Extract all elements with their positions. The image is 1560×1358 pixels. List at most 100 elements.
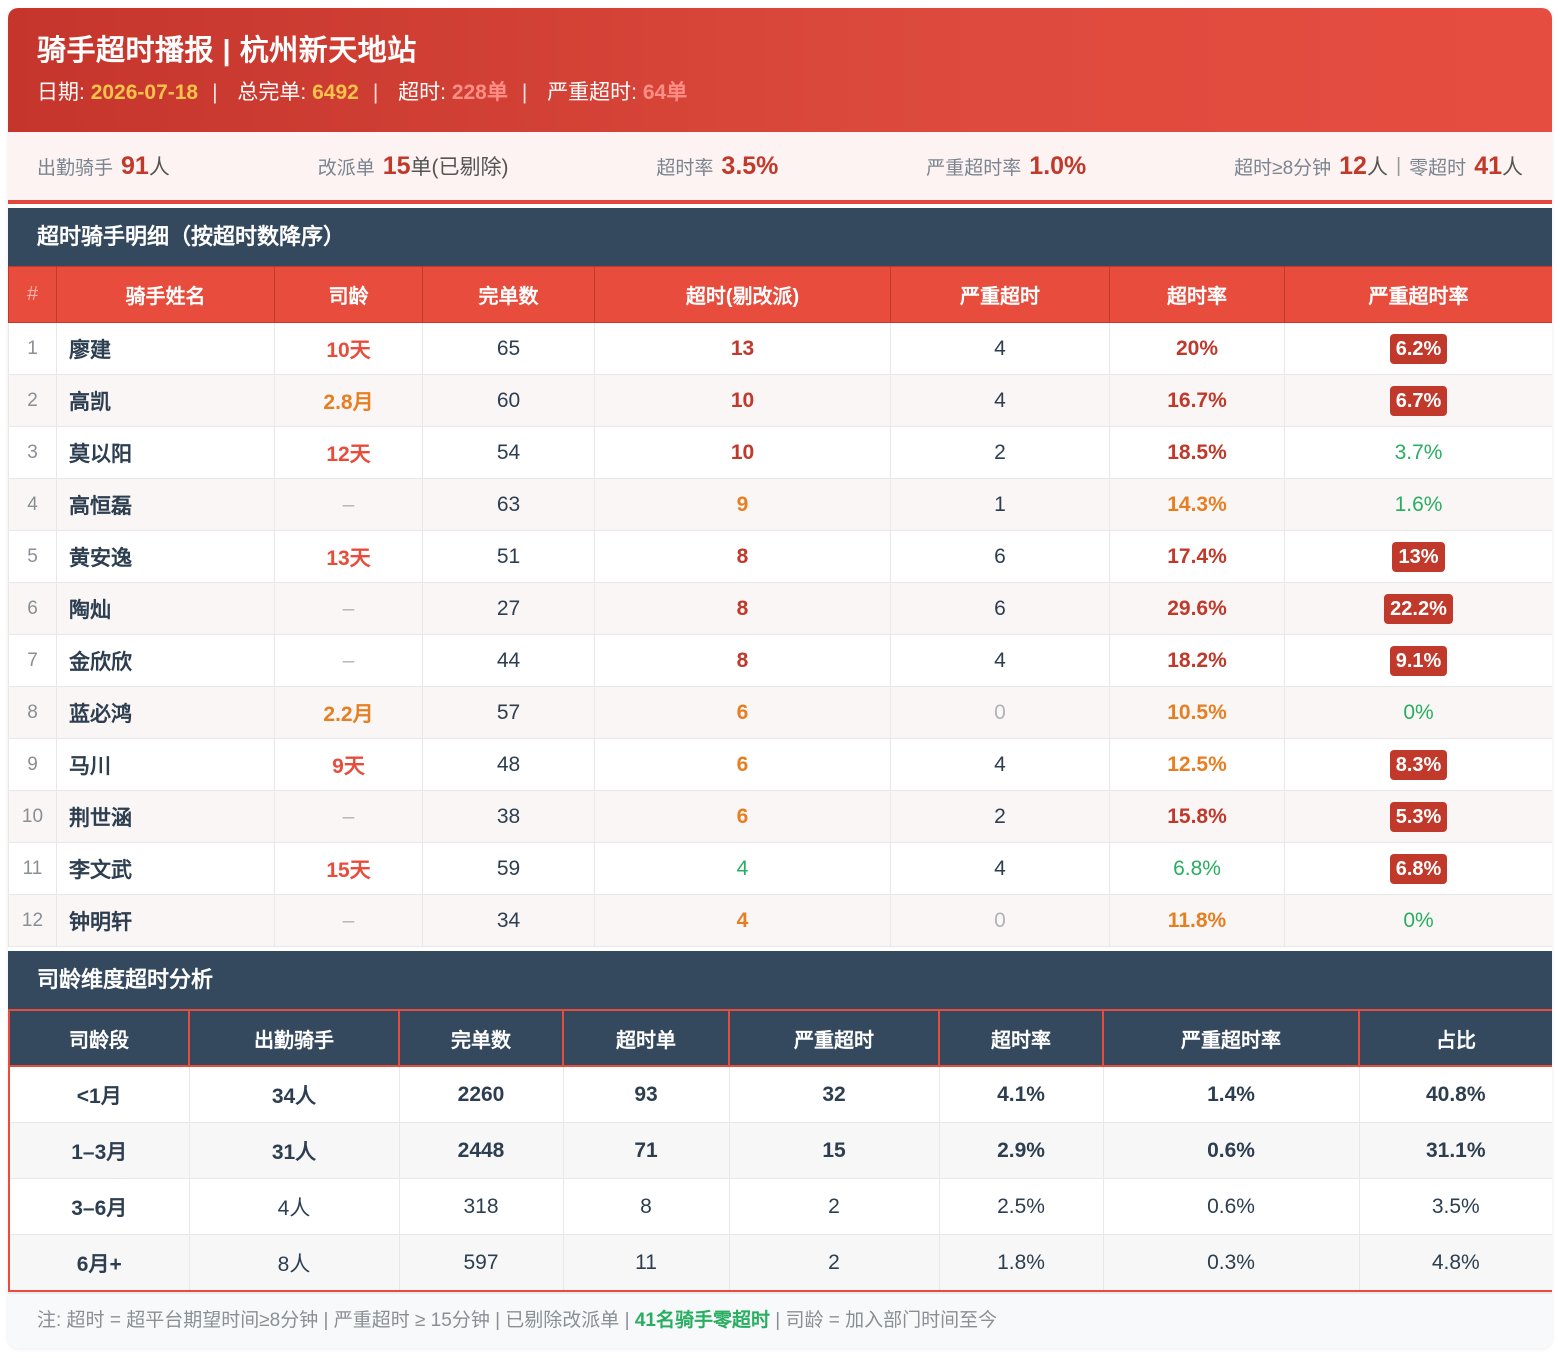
timeout-label: 超时: [398, 81, 446, 104]
tenure-band: 3–6月 [8, 1178, 190, 1235]
row-index: 11 [22, 857, 43, 879]
tenure-column-header: 完单数 [398, 1009, 564, 1067]
rider-severe-cell: 4 [890, 374, 1110, 427]
row-index: 2 [27, 389, 38, 411]
rider-tenure-cell: – [274, 478, 423, 531]
rider-tenure: 2.8月 [323, 390, 374, 414]
timeout-value: 228单 [451, 81, 508, 104]
tenure-riders: 34人 [188, 1065, 400, 1123]
rider-severe-rate-cell: 0% [1284, 686, 1552, 739]
rider-tenure: 13天 [326, 546, 371, 570]
summary-severe-rate-label: 严重超时率 [926, 157, 1022, 179]
tenure-column-header: 占比 [1358, 1009, 1552, 1067]
rider-completed: 65 [496, 336, 521, 360]
summary-zero-label: 零超时 [1409, 157, 1467, 179]
rider-severe: 4 [994, 648, 1006, 672]
tenure-share: 3.5% [1358, 1178, 1552, 1235]
detail-column-header: 超时(剔改派) [594, 266, 891, 323]
rider-timeout-rate-cell: 20% [1109, 322, 1285, 375]
tenure-riders: 31人 [188, 1122, 400, 1179]
rider-severe: 4 [994, 752, 1006, 776]
tenure-row: 3–6月 4人 318 8 2 2.5% 0.6% 3.5% [8, 1178, 1552, 1235]
rider-completed-cell: 48 [422, 738, 595, 791]
rider-timeout-cell: 8 [594, 530, 891, 583]
summary-divider: | [1395, 154, 1402, 177]
rider-severe: 1 [994, 492, 1006, 516]
summary-over8-unit: 人 [1366, 156, 1388, 179]
rider-completed-cell: 27 [422, 582, 595, 635]
detail-section-title: 超时骑手明细（按超时数降序） [8, 204, 1552, 266]
rider-name: 金欣欣 [69, 650, 132, 674]
rider-timeout-cell: 4 [594, 894, 891, 947]
rider-severe: 2 [994, 440, 1006, 464]
tenure-severe: 2 [728, 1234, 940, 1292]
summary-severe-rate: 严重超时率 1.0% [926, 152, 1086, 181]
rider-completed-cell: 34 [422, 894, 595, 947]
rider-severe-rate: 0% [1403, 700, 1434, 724]
tenure-share: 4.8% [1358, 1234, 1552, 1292]
rider-detail-table: # 骑手姓名 司龄 完单数 超时(剔改派) 严重超时 超时率 严重超时率 1 廖建 10天 65 13… [8, 266, 1552, 947]
rider-tenure-cell: – [274, 634, 423, 687]
row-index-cell: 10 [8, 790, 57, 843]
rider-name-cell: 廖建 [56, 322, 275, 375]
tenure-row: 6月+ 8人 597 11 2 1.8% 0.3% 4.8% [8, 1234, 1552, 1292]
rider-row: 10 荆世涵 – 38 6 2 15.8% 5.3% [8, 790, 1552, 843]
rider-name-cell: 马川 [56, 738, 275, 791]
tenure-section-title: 司龄维度超时分析 [8, 947, 1552, 1009]
rider-severe-cell: 4 [890, 738, 1110, 791]
summary-zero-unit: 人 [1502, 156, 1523, 179]
rider-severe-rate: 1.6% [1394, 492, 1443, 516]
tenure-column-header: 出勤骑手 [188, 1009, 400, 1067]
tenure-riders: 4人 [188, 1178, 400, 1235]
rider-tenure: – [342, 908, 355, 932]
summary-rate-value: 3.5% [721, 151, 779, 180]
rider-severe-rate-cell: 6.2% [1284, 322, 1552, 375]
rider-timeout-rate: 11.8% [1167, 908, 1227, 932]
rider-completed-cell: 63 [422, 478, 595, 531]
rider-severe: 0 [994, 908, 1006, 932]
tenure-severe-rate: 0.6% [1102, 1122, 1360, 1179]
row-index-cell: 3 [8, 426, 57, 479]
rider-name: 高凯 [69, 390, 111, 414]
rider-severe-cell: 2 [890, 790, 1110, 843]
row-index: 9 [27, 753, 38, 775]
rider-tenure-cell: 2.2月 [274, 686, 423, 739]
tenure-timeout-rate: 1.8% [938, 1234, 1104, 1292]
row-index: 3 [27, 441, 38, 463]
summary-reassign-label: 改派单 [317, 157, 375, 179]
tenure-timeout: 11 [562, 1234, 730, 1292]
rider-timeout-rate: 14.3% [1167, 492, 1227, 516]
rider-name: 荆世涵 [69, 806, 132, 830]
rider-severe: 4 [994, 336, 1006, 360]
summary-bar: 出勤骑手 91 人 改派单 15 单(已剔除) 超时率 3.5% 严重超时率 1.0… [8, 132, 1552, 204]
rider-severe-rate: 6.8% [1389, 853, 1448, 884]
rider-severe-rate-cell: 22.2% [1284, 582, 1552, 635]
rider-tenure-cell: 12天 [274, 426, 423, 479]
rider-completed: 38 [496, 804, 521, 828]
tenure-timeout-rate: 2.5% [938, 1178, 1104, 1235]
rider-row: 12 钟明轩 – 34 4 0 11.8% 0% [8, 894, 1552, 947]
rider-severe-rate: 0% [1403, 908, 1434, 932]
summary-over8-zero: 超时≥8分钟 12 人 | 零超时 41 人 [1234, 151, 1523, 181]
row-index: 7 [27, 649, 38, 671]
rider-timeout-rate-cell: 6.8% [1109, 842, 1285, 895]
rider-tenure-cell: 2.8月 [274, 374, 423, 427]
tenure-row: <1月 34人 2260 93 32 4.1% 1.4% 40.8% [8, 1065, 1552, 1123]
rider-severe-cell: 2 [890, 426, 1110, 479]
rider-name: 高恒磊 [69, 494, 132, 518]
rider-name-cell: 荆世涵 [56, 790, 275, 843]
tenure-severe: 15 [728, 1122, 940, 1179]
tenure-timeout-rate: 4.1% [938, 1065, 1104, 1123]
row-index-cell: 8 [8, 686, 57, 739]
rider-severe: 2 [994, 804, 1006, 828]
rider-timeout: 6 [736, 804, 749, 828]
rider-severe-rate-cell: 13% [1284, 530, 1552, 583]
rider-timeout-rate-cell: 18.2% [1109, 634, 1285, 687]
rider-completed: 57 [496, 700, 521, 724]
rider-name: 马川 [69, 754, 111, 778]
rider-timeout-cell: 10 [594, 374, 891, 427]
detail-column-header: 完单数 [422, 266, 595, 323]
tenure-column-header: 严重超时 [728, 1009, 940, 1067]
rider-severe: 6 [994, 544, 1006, 568]
rider-timeout-cell: 6 [594, 790, 891, 843]
